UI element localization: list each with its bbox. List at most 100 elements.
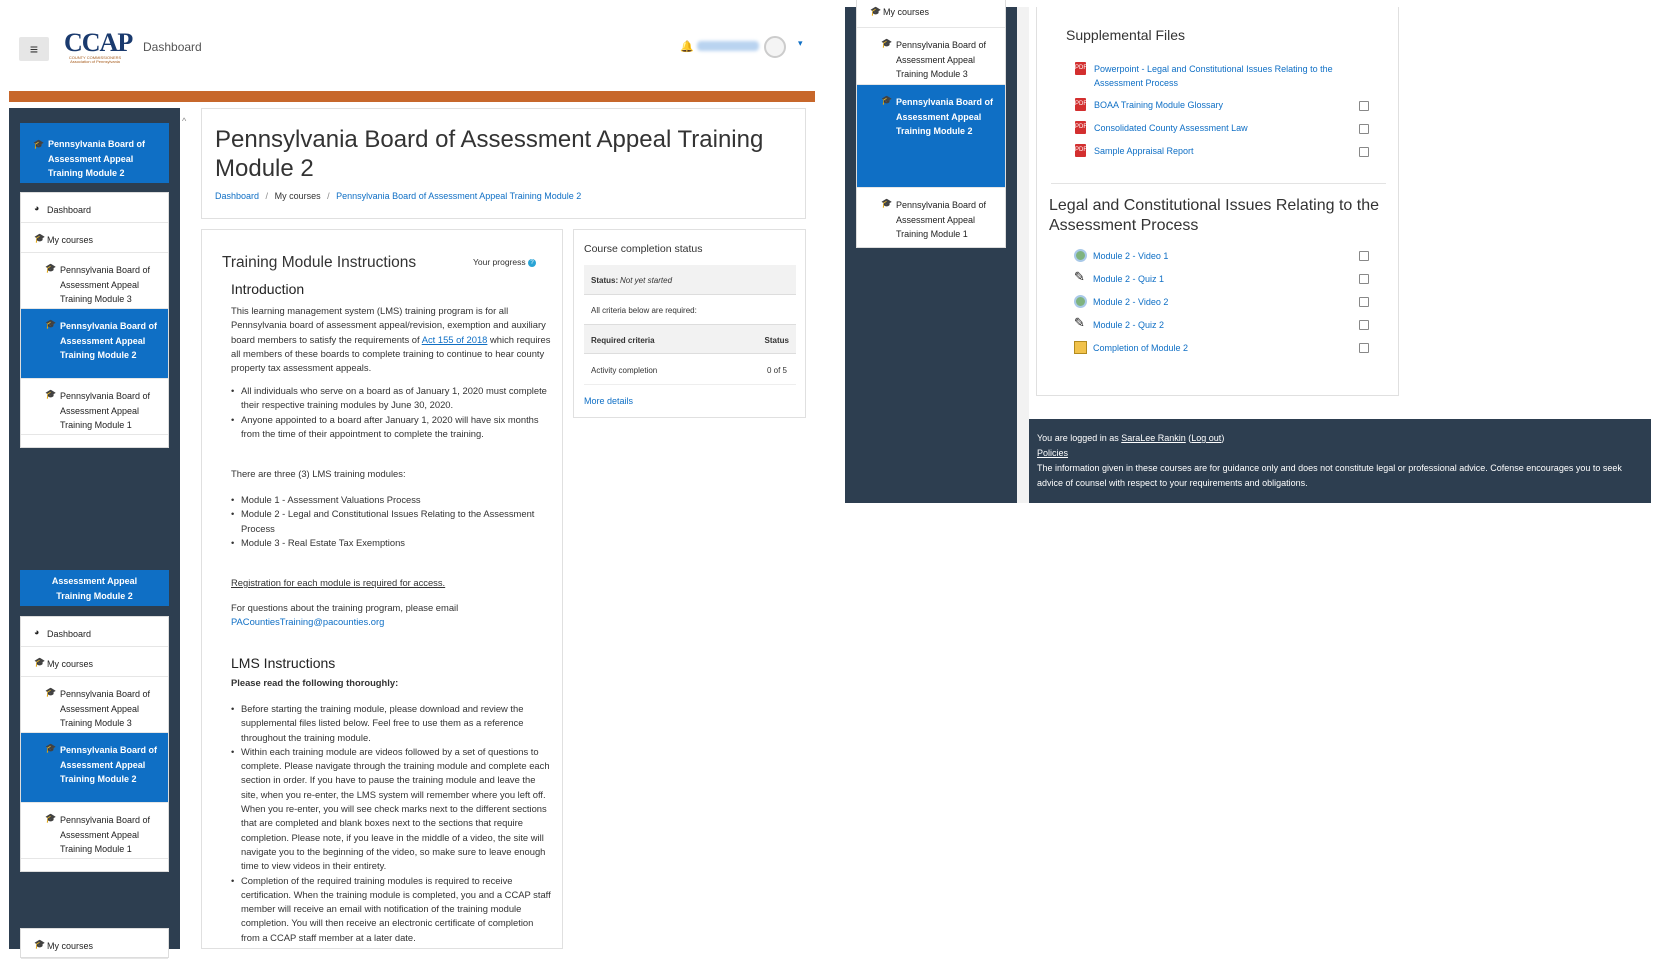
activity-link[interactable]: Module 2 - Video 2 xyxy=(1093,295,1168,309)
sidebar-item-label: Pennsylvania Board of Assessment Appeal … xyxy=(896,40,987,79)
graduation-cap-icon: 🎓 xyxy=(45,743,57,753)
pdf-icon: PDF xyxy=(1075,98,1087,111)
user-menu-caret[interactable]: ▾ xyxy=(798,38,803,49)
completion-checkbox[interactable] xyxy=(1359,274,1369,284)
logo-subtext: COUNTY COMMISSIONERS Association of Penn… xyxy=(68,55,122,64)
sidebar-course-header[interactable]: 🎓 Pennsylvania Board of Assessment Appea… xyxy=(20,123,169,183)
sidebar-course-module-1[interactable]: 🎓 Pennsylvania Board of Assessment Appea… xyxy=(21,379,168,435)
completion-checkbox[interactable] xyxy=(1359,320,1369,330)
criteria-table-header: Required criteria Status xyxy=(584,324,796,354)
sidebar-item-my-courses[interactable]: 🎓 My courses xyxy=(21,929,168,959)
breadcrumb-course[interactable]: Pennsylvania Board of Assessment Appeal … xyxy=(336,191,581,201)
graduation-cap-icon: 🎓 xyxy=(870,6,882,16)
activity-item[interactable]: Completion of Module 2 xyxy=(1074,341,1385,357)
activity-item[interactable]: ✎ Module 2 - Quiz 1 xyxy=(1074,269,1385,288)
file-link[interactable]: Sample Appraisal Report xyxy=(1094,144,1194,158)
left-sidebar: 🎓 Pennsylvania Board of Assessment Appea… xyxy=(9,108,180,959)
section-heading: Legal and Constitutional Issues Relating… xyxy=(1049,197,1379,234)
file-link[interactable]: Powerpoint - Legal and Constitutional Is… xyxy=(1094,62,1364,90)
user-profile-link[interactable]: SaraLee Rankin xyxy=(1121,433,1186,443)
activity-link[interactable]: Module 2 - Quiz 1 xyxy=(1093,272,1164,286)
modules-list: Module 1 - Assessment Valuations Process… xyxy=(231,493,551,550)
footer-disclaimer: The information given in these courses a… xyxy=(1037,463,1622,488)
file-link[interactable]: BOAA Training Module Glossary xyxy=(1094,98,1223,112)
list-item: All individuals who serve on a board as … xyxy=(231,384,551,413)
pdf-icon: PDF xyxy=(1075,62,1087,75)
sidebar-item-label: Dashboard xyxy=(47,205,92,215)
sidebar-item-my-courses[interactable]: 🎓 My courses xyxy=(21,647,168,677)
act-155-link[interactable]: Act 155 of 2018 xyxy=(422,334,488,345)
user-name-blurred[interactable] xyxy=(697,41,759,51)
list-item: Module 3 - Real Estate Tax Exemptions xyxy=(231,536,551,551)
breadcrumb-dashboard[interactable]: Dashboard xyxy=(215,191,259,201)
avatar[interactable] xyxy=(764,36,786,58)
instructions-card: Training Module Instructions Your progre… xyxy=(201,229,563,949)
completion-checkbox[interactable] xyxy=(1359,297,1369,307)
menu-toggle-button[interactable]: ≡ xyxy=(19,37,49,61)
logo-text: CCAP xyxy=(64,28,133,57)
status-cell: 0 of 5 xyxy=(766,366,787,375)
instructions-heading: Training Module Instructions xyxy=(222,254,417,271)
sidebar-course-module-3[interactable]: 🎓 Pennsylvania Board of Assessment Appea… xyxy=(21,253,168,309)
sidebar-course-title: Pennsylvania Board of Assessment Appeal … xyxy=(48,139,146,178)
activity-item[interactable]: Module 2 - Video 1 xyxy=(1074,249,1385,265)
completion-checkbox[interactable] xyxy=(1359,101,1369,111)
header-dashboard-link[interactable]: Dashboard xyxy=(143,40,202,54)
sidebar-course-module-3[interactable]: 🎓 Pennsylvania Board of Assessment Appea… xyxy=(21,677,168,733)
section-divider xyxy=(1051,183,1386,184)
sidebar-item-label: Pennsylvania Board of Assessment Appeal … xyxy=(60,321,158,360)
breadcrumb-separator: / xyxy=(265,191,269,201)
scroll-up-indicator[interactable]: ^ xyxy=(182,116,186,126)
breadcrumb-my-courses[interactable]: My courses xyxy=(275,191,321,201)
completion-checkbox[interactable] xyxy=(1359,343,1369,353)
ccap-logo[interactable]: CCAP COUNTY COMMISSIONERS Association of… xyxy=(64,28,133,64)
criteria-cell: Activity completion xyxy=(591,366,658,375)
sidebar-course-module-2[interactable]: 🎓 Pennsylvania Board of Assessment Appea… xyxy=(857,85,1005,188)
activity-item[interactable]: Module 2 - Video 2 xyxy=(1074,295,1385,311)
sidebar-item-my-courses[interactable]: 🎓 My courses xyxy=(21,223,168,253)
progress-label-text: Your progress xyxy=(473,257,526,267)
sidebar-course-module-1[interactable]: 🎓 Pennsylvania Board of Assessment Appea… xyxy=(21,803,168,859)
more-details-link[interactable]: More details xyxy=(584,396,633,406)
list-item: Module 1 - Assessment Valuations Process xyxy=(231,493,551,508)
contact-email-link[interactable]: PACountiesTraining@pacounties.org xyxy=(231,615,384,629)
sidebar-item-dashboard[interactable]: ◕ Dashboard xyxy=(21,193,168,223)
completion-status-row: Status: Not yet started xyxy=(584,265,796,295)
sidebar-course-module-1[interactable]: 🎓 Pennsylvania Board of Assessment Appea… xyxy=(857,188,1005,247)
right-sidebar: 🎓 My courses 🎓 Pennsylvania Board of Ass… xyxy=(845,0,1017,503)
sidebar-item-label: Pennsylvania Board of Assessment Appeal … xyxy=(896,200,987,239)
sidebar-course-header-partial[interactable]: Assessment Appeal Training Module 2 xyxy=(20,570,169,606)
help-icon[interactable]: ? xyxy=(527,258,536,267)
questions-text: For questions about the training program… xyxy=(231,602,459,613)
sidebar-course-title: Assessment Appeal Training Module 2 xyxy=(51,576,138,601)
sidebar-course-module-2[interactable]: 🎓 Pennsylvania Board of Assessment Appea… xyxy=(21,733,168,803)
sidebar-nav-repeat-partial: 🎓 My courses xyxy=(20,928,169,959)
intro-heading: Introduction xyxy=(231,281,305,297)
graduation-cap-icon: 🎓 xyxy=(881,198,893,208)
bell-icon[interactable]: 🔔 xyxy=(680,40,694,53)
policies-link[interactable]: Policies xyxy=(1037,446,1068,461)
sidebar-item-my-courses[interactable]: 🎓 My courses xyxy=(857,0,1005,28)
sidebar-item-label: Dashboard xyxy=(47,629,92,639)
completion-checkbox[interactable] xyxy=(1359,147,1369,157)
header-accent-bar xyxy=(9,91,815,102)
activity-link[interactable]: Module 2 - Video 1 xyxy=(1093,249,1168,263)
graduation-cap-icon: 🎓 xyxy=(45,319,57,329)
completion-checkbox[interactable] xyxy=(1359,124,1369,134)
completion-checkbox[interactable] xyxy=(1359,251,1369,261)
sidebar-item-dashboard[interactable]: ◕ Dashboard xyxy=(21,617,168,647)
course-content-card: Supplemental Files PDF Powerpoint - Lega… xyxy=(1036,7,1399,396)
eligibility-list: All individuals who serve on a board as … xyxy=(231,384,551,441)
file-link[interactable]: Consolidated County Assessment Law xyxy=(1094,121,1248,135)
activity-link[interactable]: Completion of Module 2 xyxy=(1093,341,1188,355)
completion-heading: Course completion status xyxy=(584,243,703,255)
sidebar-item-label: My courses xyxy=(883,7,930,17)
sidebar-course-module-2[interactable]: 🎓 Pennsylvania Board of Assessment Appea… xyxy=(21,309,168,379)
activity-link[interactable]: Module 2 - Quiz 2 xyxy=(1093,318,1164,332)
logout-link[interactable]: Log out xyxy=(1191,433,1221,443)
criteria-note: All criteria below are required: xyxy=(591,306,697,315)
graduation-cap-icon: 🎓 xyxy=(34,233,46,243)
sidebar-course-module-3[interactable]: 🎓 Pennsylvania Board of Assessment Appea… xyxy=(857,28,1005,85)
sidebar-item-label: My courses xyxy=(47,235,94,245)
activity-item[interactable]: ✎ Module 2 - Quiz 2 xyxy=(1074,315,1385,334)
